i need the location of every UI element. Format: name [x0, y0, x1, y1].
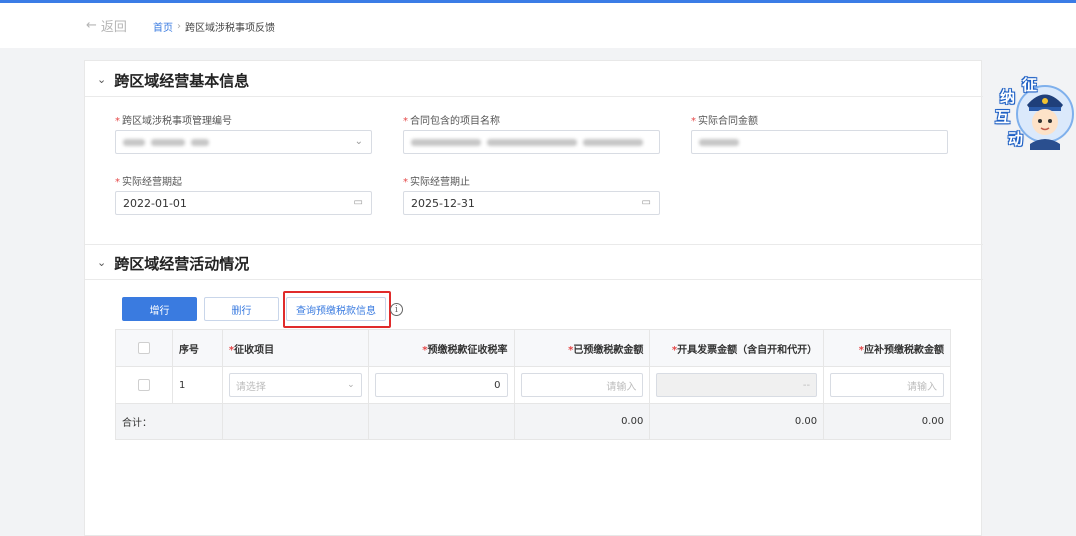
total-prepaid: 0.00 [513, 403, 651, 440]
contract-amount-input[interactable] [691, 130, 948, 154]
calendar-icon: ▭ [641, 197, 651, 208]
redacted-value [583, 138, 643, 146]
info-icon[interactable]: i [390, 303, 403, 316]
divider [85, 279, 983, 280]
main-card: ⌄ 跨区域经营基本信息 * 跨区域涉税事项管理编号 ⌄ * 合同包含的项目名称 * 实… [84, 60, 983, 536]
row-rate-cell: 0 [367, 366, 515, 404]
total-item [221, 403, 369, 440]
period-start-value: 2022-01-01 [123, 196, 187, 210]
table-header-row: 序号 *征收项目 *预缴税款征收税率 *已预缴税款金额 *开具发票金额（含自开和… [115, 329, 951, 367]
period-end-date-picker[interactable]: 2025-12-31 ▭ [403, 191, 660, 215]
project-name-label: * 合同包含的项目名称 [403, 116, 500, 127]
row-supplement-cell: 请输入 [823, 366, 951, 404]
select-all-cell [115, 329, 173, 367]
redacted-value [411, 138, 481, 146]
delete-row-button[interactable]: 删行 [204, 297, 279, 321]
prepaid-input[interactable]: 请输入 [520, 373, 644, 397]
header-rate: *预缴税款征收税率 [367, 329, 515, 367]
invoice-input: -- [656, 373, 818, 397]
mascot-char: 互 [995, 108, 1011, 126]
header-supplement: *应补预缴税款金额 [823, 329, 951, 367]
mgmt-no-label: * 跨区域涉税事项管理编号 [115, 116, 232, 127]
redacted-value [699, 138, 739, 146]
period-start-label: * 实际经营期起 [115, 177, 182, 188]
period-end-label: * 实际经营期止 [403, 177, 470, 188]
total-rate [367, 403, 515, 440]
highlight-annotation [283, 291, 391, 328]
header-prepaid: *已预缴税款金额 [513, 329, 651, 367]
supplement-input[interactable]: 请输入 [830, 373, 944, 397]
breadcrumb-current: 跨区域涉税事项反馈 [185, 23, 275, 34]
contract-amount-label: * 实际合同金额 [691, 116, 758, 127]
row-select-cell [115, 366, 173, 404]
chevron-down-icon: ⌄ [354, 136, 363, 147]
calendar-icon: ▭ [353, 197, 363, 208]
arrow-left-icon: ← [86, 18, 97, 33]
page-header: ← 返回 首页 › 跨区域涉税事项反馈 [0, 3, 1076, 48]
row-invoice-cell: -- [649, 366, 825, 404]
total-supplement: 0.00 [823, 403, 951, 440]
header-item: *征收项目 [221, 329, 369, 367]
total-row: 合计： 0.00 0.00 0.00 [115, 403, 951, 440]
redacted-value [487, 138, 577, 146]
redacted-value [123, 138, 145, 146]
divider [85, 244, 983, 245]
breadcrumb-home[interactable]: 首页 [153, 19, 173, 34]
add-row-button[interactable]: 增行 [122, 297, 197, 321]
header-invoice: *开具发票金额（含自开和代开） [649, 329, 825, 367]
breadcrumb: 首页 › 跨区域涉税事项反馈 [153, 19, 275, 34]
back-button[interactable]: ← 返回 [86, 16, 127, 35]
section-activity-title: 跨区域经营活动情况 [114, 255, 250, 273]
chevron-down-icon: ⌄ [97, 256, 107, 269]
total-invoice: 0.00 [649, 403, 825, 440]
select-all-checkbox[interactable] [137, 342, 150, 354]
section-basic-header[interactable]: ⌄ 跨区域经营基本信息 [97, 70, 249, 91]
item-select-placeholder: 请选择 [235, 381, 266, 393]
interaction-mascot[interactable]: 征 纳 互 动 [990, 72, 1076, 156]
divider [85, 96, 983, 97]
back-label: 返回 [100, 20, 127, 35]
redacted-value [151, 138, 185, 146]
activity-table: 序号 *征收项目 *预缴税款征收税率 *已预缴税款金额 *开具发票金额（含自开和… [115, 329, 951, 440]
chevron-down-icon: ⌄ [347, 380, 355, 390]
period-end-value: 2025-12-31 [411, 196, 475, 210]
chevron-down-icon: ⌄ [97, 73, 107, 86]
row-index: 1 [171, 366, 223, 404]
total-label: 合计： [115, 403, 223, 440]
rate-input[interactable]: 0 [374, 373, 508, 397]
period-start-date-picker[interactable]: 2022-01-01 ▭ [115, 191, 372, 215]
row-item-cell: 请选择 ⌄ [221, 366, 369, 404]
row-checkbox[interactable] [137, 379, 150, 391]
section-basic-title: 跨区域经营基本信息 [114, 72, 250, 90]
mascot-char: 征 [1022, 76, 1038, 94]
item-select[interactable]: 请选择 ⌄ [228, 373, 362, 397]
redacted-value [191, 138, 209, 146]
breadcrumb-separator: › [177, 21, 181, 32]
mascot-char: 纳 [1000, 88, 1016, 106]
header-index: 序号 [171, 329, 223, 367]
mascot-char: 动 [1008, 130, 1024, 148]
project-name-input[interactable] [403, 130, 660, 154]
row-prepaid-cell: 请输入 [513, 366, 651, 404]
mgmt-no-select[interactable]: ⌄ [115, 130, 372, 154]
table-row: 1 请选择 ⌄ 0 请输入 -- 请输入 [115, 366, 951, 404]
section-activity-header[interactable]: ⌄ 跨区域经营活动情况 [97, 253, 249, 274]
